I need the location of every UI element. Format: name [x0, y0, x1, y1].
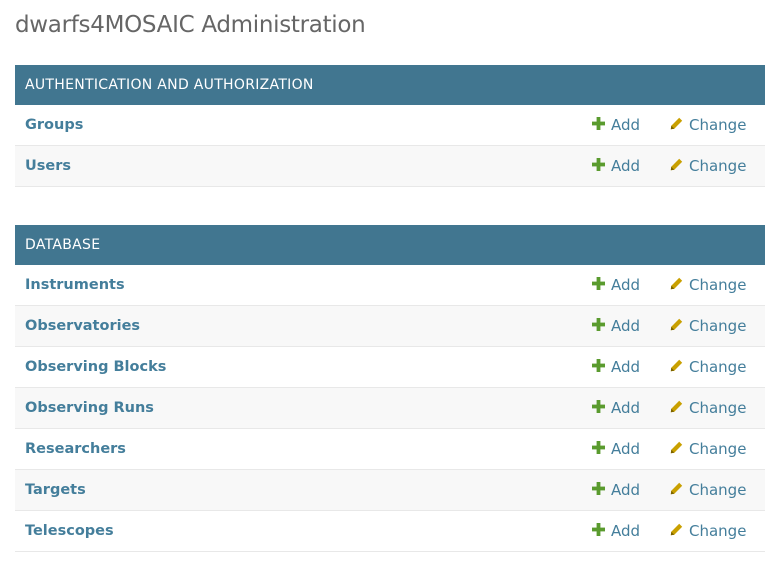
pencil-icon	[670, 429, 683, 469]
add-label: Add	[611, 358, 641, 376]
plus-icon	[592, 265, 605, 305]
pencil-icon	[670, 388, 683, 428]
add-label: Add	[611, 481, 641, 499]
change-observing-runs-link[interactable]: Change	[670, 388, 746, 428]
model-link-instruments[interactable]: Instruments	[25, 265, 125, 306]
pencil-icon	[670, 105, 683, 145]
change-observatories-link[interactable]: Change	[670, 306, 746, 346]
change-label: Change	[689, 399, 747, 417]
add-label: Add	[611, 157, 641, 175]
model-link-observing-runs[interactable]: Observing Runs	[25, 388, 154, 429]
change-users-link[interactable]: Change	[670, 146, 746, 186]
pencil-icon	[670, 470, 683, 510]
change-observing-blocks-link[interactable]: Change	[670, 347, 746, 387]
change-label: Change	[689, 116, 747, 134]
pencil-icon	[670, 511, 683, 551]
change-researchers-link[interactable]: Change	[670, 429, 746, 469]
plus-icon	[592, 388, 605, 428]
plus-icon	[592, 105, 605, 145]
plus-icon	[592, 511, 605, 551]
module-authentication-and-authorization: AUTHENTICATION AND AUTHORIZATION Groups …	[15, 65, 765, 187]
model-row-observatories: Observatories Add Change	[15, 306, 765, 347]
module-caption[interactable]: DATABASE	[15, 225, 765, 265]
model-row-observing-runs: Observing Runs Add Change	[15, 388, 765, 429]
model-link-telescopes[interactable]: Telescopes	[25, 511, 114, 552]
add-researchers-link[interactable]: Add	[592, 429, 640, 469]
change-groups-link[interactable]: Change	[670, 105, 746, 145]
change-label: Change	[689, 157, 747, 175]
change-label: Change	[689, 440, 747, 458]
add-users-link[interactable]: Add	[592, 146, 640, 186]
add-observatories-link[interactable]: Add	[592, 306, 640, 346]
change-label: Change	[689, 481, 747, 499]
change-label: Change	[689, 317, 747, 335]
model-link-targets[interactable]: Targets	[25, 470, 86, 511]
add-groups-link[interactable]: Add	[592, 105, 640, 145]
model-row-users: Users Add Change	[15, 146, 765, 187]
add-label: Add	[611, 399, 641, 417]
plus-icon	[592, 146, 605, 186]
model-link-observing-blocks[interactable]: Observing Blocks	[25, 347, 166, 388]
model-link-observatories[interactable]: Observatories	[25, 306, 140, 347]
model-row-groups: Groups Add Change	[15, 105, 765, 146]
add-telescopes-link[interactable]: Add	[592, 511, 640, 551]
model-link-groups[interactable]: Groups	[25, 105, 83, 146]
module-database: DATABASE Instruments Add Change Observat…	[15, 225, 765, 552]
model-link-researchers[interactable]: Researchers	[25, 429, 126, 470]
change-label: Change	[689, 276, 747, 294]
add-observing-runs-link[interactable]: Add	[592, 388, 640, 428]
add-label: Add	[611, 276, 641, 294]
plus-icon	[592, 347, 605, 387]
model-row-targets: Targets Add Change	[15, 470, 765, 511]
change-label: Change	[689, 522, 747, 540]
model-link-users[interactable]: Users	[25, 146, 71, 187]
add-observing-blocks-link[interactable]: Add	[592, 347, 640, 387]
pencil-icon	[670, 146, 683, 186]
pencil-icon	[670, 265, 683, 305]
page-title: dwarfs4MOSAIC Administration	[15, 12, 366, 38]
module-caption[interactable]: AUTHENTICATION AND AUTHORIZATION	[15, 65, 765, 105]
change-telescopes-link[interactable]: Change	[670, 511, 746, 551]
pencil-icon	[670, 306, 683, 346]
change-targets-link[interactable]: Change	[670, 470, 746, 510]
plus-icon	[592, 470, 605, 510]
change-instruments-link[interactable]: Change	[670, 265, 746, 305]
add-label: Add	[611, 317, 641, 335]
model-row-instruments: Instruments Add Change	[15, 265, 765, 306]
add-targets-link[interactable]: Add	[592, 470, 640, 510]
plus-icon	[592, 306, 605, 346]
add-label: Add	[611, 522, 641, 540]
add-label: Add	[611, 116, 641, 134]
add-label: Add	[611, 440, 641, 458]
change-label: Change	[689, 358, 747, 376]
plus-icon	[592, 429, 605, 469]
model-row-researchers: Researchers Add Change	[15, 429, 765, 470]
add-instruments-link[interactable]: Add	[592, 265, 640, 305]
pencil-icon	[670, 347, 683, 387]
model-row-observing-blocks: Observing Blocks Add Change	[15, 347, 765, 388]
model-row-telescopes: Telescopes Add Change	[15, 511, 765, 552]
